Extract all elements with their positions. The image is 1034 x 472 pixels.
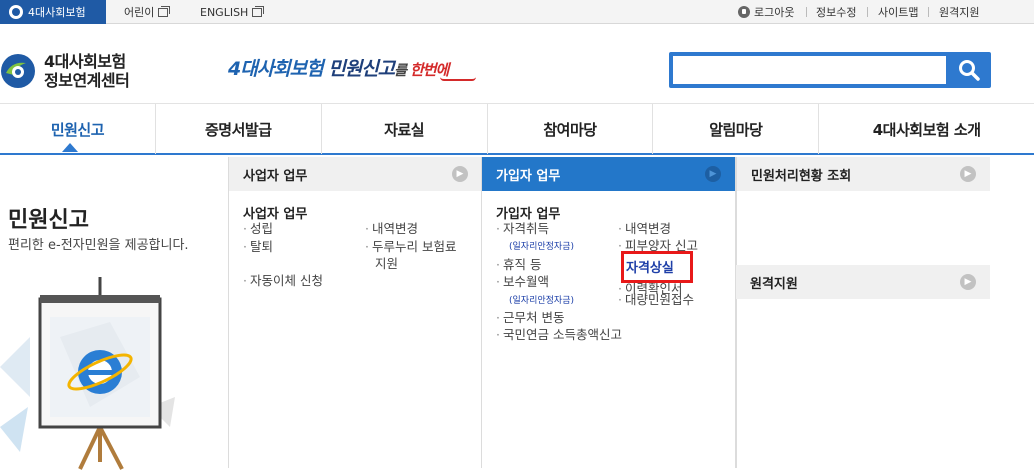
slogan-part1: 4대사회보험 — [228, 58, 324, 80]
business-menu-column: 사업자 업무 ▶ 사업자 업무 · 성립 · 탈퇴 · 자동이체 신청 · 내역변경 ·… — [228, 157, 482, 468]
link-label: 내역변경 — [624, 221, 671, 236]
search-icon — [959, 60, 980, 81]
link-label: 보수월액 — [502, 274, 549, 289]
link-label: 휴직 등 — [502, 257, 542, 272]
arrow-right-icon: ▶ — [705, 166, 721, 182]
link-establish[interactable]: · 성립 — [243, 221, 273, 237]
link-leave[interactable]: · 휴직 등 — [496, 257, 541, 273]
link-label: 두루누리 보험료 — [371, 239, 457, 254]
arrow-right-icon: ▶ — [960, 274, 976, 290]
edit-info-link[interactable]: 정보수정 — [816, 0, 856, 24]
search-box — [669, 52, 991, 88]
member-subtitle: 가입자 업무 — [496, 207, 561, 222]
main-nav: 민원신고 증명서발급 자료실 참여마당 알림마당 4대사회보험 소개 — [0, 103, 1034, 155]
business-subtitle: 사업자 업무 — [243, 207, 308, 222]
member-menu-header-label: 가입자 업무 — [496, 168, 561, 184]
link-label: 내역변경 — [371, 221, 418, 236]
link-member-change[interactable]: · 내역변경 — [618, 221, 671, 237]
presentation-easel-icon — [0, 277, 175, 470]
link-label: 자격취득 — [502, 221, 549, 236]
kids-link[interactable]: 어린이 — [124, 0, 171, 24]
link-label: 자동이체 신청 — [249, 273, 323, 288]
separator — [928, 7, 929, 17]
panel-title: 민원신고 — [8, 208, 89, 233]
business-menu-header[interactable]: 사업자 업무 ▶ — [229, 157, 482, 191]
link-qualification-loss[interactable]: 자격상실 — [626, 257, 674, 276]
sitemap-link[interactable]: 사이트맵 — [878, 0, 918, 24]
top-utility-bar: 4대사회보험 어린이 ENGLISH 로그아웃 정보수정 사이트맵 원격지원 — [0, 0, 1034, 24]
sitemap-label: 사이트맵 — [878, 6, 919, 19]
link-acquire[interactable]: · 자격취득 — [496, 221, 549, 237]
link-label: 근무처 변동 — [502, 310, 565, 325]
link-label: 국민연금 소득총액신고 — [502, 327, 622, 342]
slogan-flourish — [440, 77, 476, 81]
search-button[interactable] — [950, 54, 988, 86]
link-label: 대량민원접수 — [624, 292, 694, 307]
search-input[interactable] — [673, 56, 946, 84]
new-window-icon — [158, 5, 171, 17]
member-menu-header[interactable]: 가입자 업무 ▶ — [482, 157, 735, 191]
nav-item-certificate[interactable]: 증명서발급 — [156, 104, 322, 154]
edit-info-label: 정보수정 — [816, 6, 857, 19]
job-stability-tag: (일자리안정자금) — [509, 296, 574, 306]
separator — [867, 7, 868, 17]
remote-support-link[interactable]: 원격지원 — [939, 0, 979, 24]
home-tab[interactable]: 4대사회보험 — [0, 0, 106, 24]
business-menu-header-label: 사업자 업무 — [243, 168, 308, 184]
separator — [806, 7, 807, 17]
link-workplace-change[interactable]: · 근무처 변동 — [496, 310, 564, 326]
site-header: 4대사회보험 정보연계센터 4대사회보험 민원신고를 한번에 — [0, 25, 1034, 105]
logo-mini-icon — [9, 5, 23, 19]
status-lookup-header[interactable]: 민원처리현황 조회 ▶ — [737, 157, 990, 191]
slogan-part3: 를 — [394, 63, 410, 79]
remote-support-label: 원격지원 — [939, 6, 980, 19]
link-label: 탈퇴 — [249, 239, 273, 254]
status-lookup-label: 민원처리현황 조회 — [751, 168, 852, 184]
kids-label: 어린이 — [124, 6, 155, 19]
remote-support-header-label: 원격지원 — [750, 276, 798, 292]
remote-support-header[interactable]: 원격지원 ▶ — [736, 265, 990, 299]
english-label: ENGLISH — [200, 5, 249, 19]
nav-item-archive[interactable]: 자료실 — [322, 104, 488, 154]
nav-item-notice[interactable]: 알림마당 — [653, 104, 820, 154]
panel-description: 편리한 e-전자민원을 제공합니다. — [8, 238, 189, 253]
nav-item-about[interactable]: 4대사회보험 소개 — [819, 104, 1034, 154]
english-link[interactable]: ENGLISH — [200, 0, 265, 24]
link-durunuri[interactable]: · 두루누리 보험료 — [365, 239, 456, 255]
misc-menu-column: 민원처리현황 조회 ▶ — [736, 157, 990, 468]
logout-label: 로그아웃 — [754, 6, 795, 19]
link-pension-income[interactable]: · 국민연금 소득총액신고 — [496, 327, 622, 343]
arrow-right-icon: ▶ — [960, 166, 976, 182]
link-auto-transfer[interactable]: · 자동이체 신청 — [243, 273, 323, 289]
member-menu-column: 가입자 업무 ▶ 가입자 업무 · 자격취득 (일자리안정자금) · 휴직 등 · 보… — [481, 157, 736, 468]
link-durunuri-support[interactable]: 지원 — [375, 256, 398, 272]
link-label: 지원 — [375, 256, 399, 271]
link-bulk[interactable]: · 대량민원접수 — [618, 292, 694, 308]
slogan-part2: 민원신고 — [322, 58, 395, 80]
brand-name[interactable]: 4대사회보험 정보연계센터 — [44, 52, 130, 90]
lock-icon — [738, 6, 750, 18]
new-window-icon — [252, 5, 265, 17]
link-label: 성립 — [249, 221, 273, 236]
link-withdraw[interactable]: · 탈퇴 — [243, 239, 273, 255]
brand-line2: 정보연계센터 — [44, 71, 130, 90]
job-stability-tag: (일자리안정자금) — [509, 242, 574, 252]
active-nav-caret — [62, 143, 78, 152]
slogan: 4대사회보험 민원신고를 한번에 — [228, 54, 449, 81]
link-change-details[interactable]: · 내역변경 — [365, 221, 418, 237]
arrow-right-icon: ▶ — [452, 166, 468, 182]
link-monthly-pay[interactable]: · 보수월액 — [496, 274, 549, 290]
brand-logo-icon[interactable] — [0, 53, 36, 89]
brand-line1: 4대사회보험 — [44, 52, 126, 71]
left-info-panel: 민원신고 편리한 e-전자민원을 제공합니다. — [0, 157, 228, 470]
home-tab-label: 4대사회보험 — [28, 6, 86, 19]
logout-link[interactable]: 로그아웃 — [738, 0, 794, 24]
nav-item-participation[interactable]: 참여마당 — [488, 104, 654, 154]
